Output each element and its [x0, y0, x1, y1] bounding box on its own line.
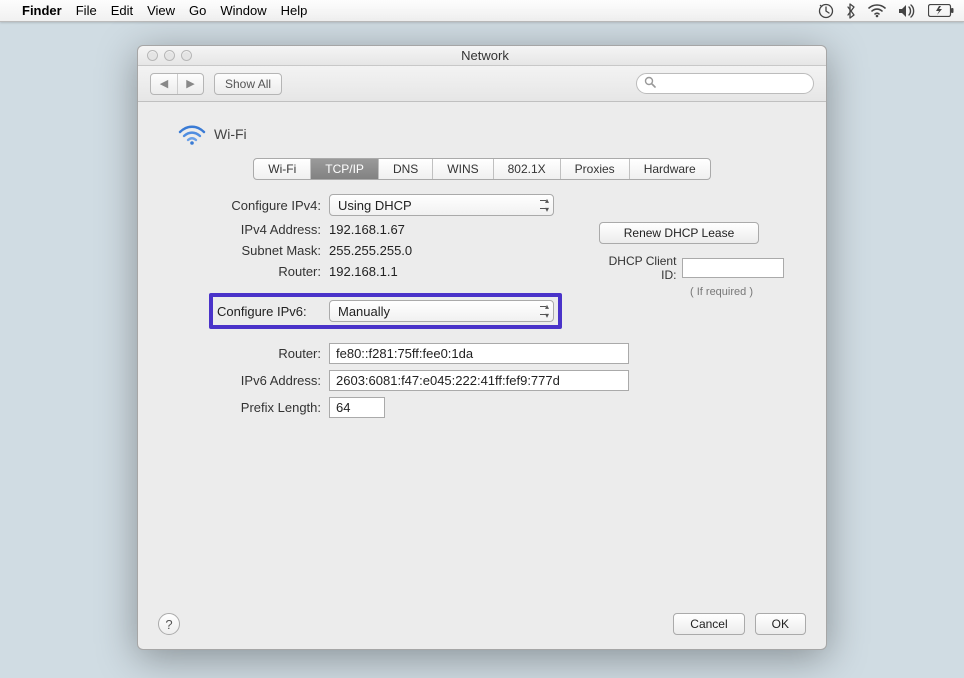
- configure-ipv4-label: Configure IPv4:: [164, 198, 329, 213]
- forward-button[interactable]: ▶: [177, 74, 203, 94]
- help-button[interactable]: ?: [158, 613, 180, 635]
- cancel-button[interactable]: Cancel: [673, 613, 744, 635]
- ipv4-router-value: 192.168.1.1: [329, 264, 429, 279]
- wifi-status-icon[interactable]: [868, 4, 886, 18]
- subnet-mask-value: 255.255.255.0: [329, 243, 429, 258]
- ok-button[interactable]: OK: [755, 613, 806, 635]
- configure-ipv4-value: Using DHCP: [338, 198, 412, 213]
- dhcp-client-id-label: DHCP Client ID:: [599, 254, 676, 282]
- menubar-file[interactable]: File: [76, 3, 97, 18]
- menubar-edit[interactable]: Edit: [111, 3, 133, 18]
- tab-hardware[interactable]: Hardware: [630, 159, 710, 179]
- dhcp-required-note: ( If required ): [659, 286, 784, 298]
- timemachine-icon[interactable]: [818, 3, 834, 19]
- bluetooth-icon[interactable]: [846, 3, 856, 19]
- ipv4-address-value: 192.168.1.67: [329, 222, 429, 237]
- tab-proxies[interactable]: Proxies: [561, 159, 630, 179]
- prefix-length-field[interactable]: 64: [329, 397, 385, 418]
- tab-row: Wi-Fi TCP/IP DNS WINS 802.1X Proxies Har…: [253, 158, 710, 180]
- menubar-help[interactable]: Help: [281, 3, 308, 18]
- ipv6-router-label: Router:: [164, 346, 329, 361]
- window-toolbar: ◀ ▶ Show All: [138, 66, 826, 102]
- search-input[interactable]: [636, 73, 814, 94]
- menubar-view[interactable]: View: [147, 3, 175, 18]
- ipv6-address-field[interactable]: 2603:6081:f47:e045:222:41ff:fef9:777d: [329, 370, 629, 391]
- nav-segmented-control: ◀ ▶: [150, 73, 204, 95]
- wifi-icon: [178, 124, 204, 144]
- menubar-go[interactable]: Go: [189, 3, 206, 18]
- ipv6-router-field[interactable]: fe80::f281:75ff:fee0:1da: [329, 343, 629, 364]
- dhcp-client-id-field[interactable]: [682, 258, 784, 278]
- configure-ipv6-value: Manually: [338, 304, 390, 319]
- battery-icon[interactable]: [928, 4, 954, 17]
- menubar-app[interactable]: Finder: [22, 3, 62, 18]
- menu-bar: Finder File Edit View Go Window Help: [0, 0, 964, 22]
- ipv6-address-label: IPv6 Address:: [164, 373, 329, 388]
- menubar-window[interactable]: Window: [220, 3, 266, 18]
- highlight-ipv6-configure: Configure IPv6: Manually ▴▾: [209, 293, 562, 329]
- tcpip-panel: Wi-Fi Wi-Fi TCP/IP DNS WINS 802.1X Proxi…: [138, 102, 826, 649]
- ipv4-address-label: IPv4 Address:: [164, 222, 329, 237]
- section-title: Wi-Fi: [214, 126, 247, 142]
- subnet-mask-label: Subnet Mask:: [164, 243, 329, 258]
- search-icon: [644, 76, 656, 88]
- configure-ipv4-dropdown[interactable]: Using DHCP ▴▾: [329, 194, 554, 216]
- back-button[interactable]: ◀: [151, 74, 177, 94]
- window-titlebar[interactable]: Network: [138, 46, 826, 66]
- tab-tcpip[interactable]: TCP/IP: [311, 159, 379, 179]
- volume-icon[interactable]: [898, 4, 916, 18]
- renew-dhcp-lease-button[interactable]: Renew DHCP Lease: [599, 222, 759, 244]
- window-title: Network: [144, 48, 826, 63]
- tab-dns[interactable]: DNS: [379, 159, 433, 179]
- show-all-button[interactable]: Show All: [214, 73, 282, 95]
- network-preferences-window: Network ◀ ▶ Show All Wi-Fi Wi-Fi TCP/IP: [137, 45, 827, 650]
- tab-wins[interactable]: WINS: [433, 159, 493, 179]
- tab-wifi[interactable]: Wi-Fi: [254, 159, 311, 179]
- configure-ipv6-label: Configure IPv6:: [217, 304, 329, 319]
- tab-8021x[interactable]: 802.1X: [494, 159, 561, 179]
- configure-ipv6-dropdown[interactable]: Manually ▴▾: [329, 300, 554, 322]
- prefix-length-label: Prefix Length:: [164, 400, 329, 415]
- ipv4-router-label: Router:: [164, 264, 329, 279]
